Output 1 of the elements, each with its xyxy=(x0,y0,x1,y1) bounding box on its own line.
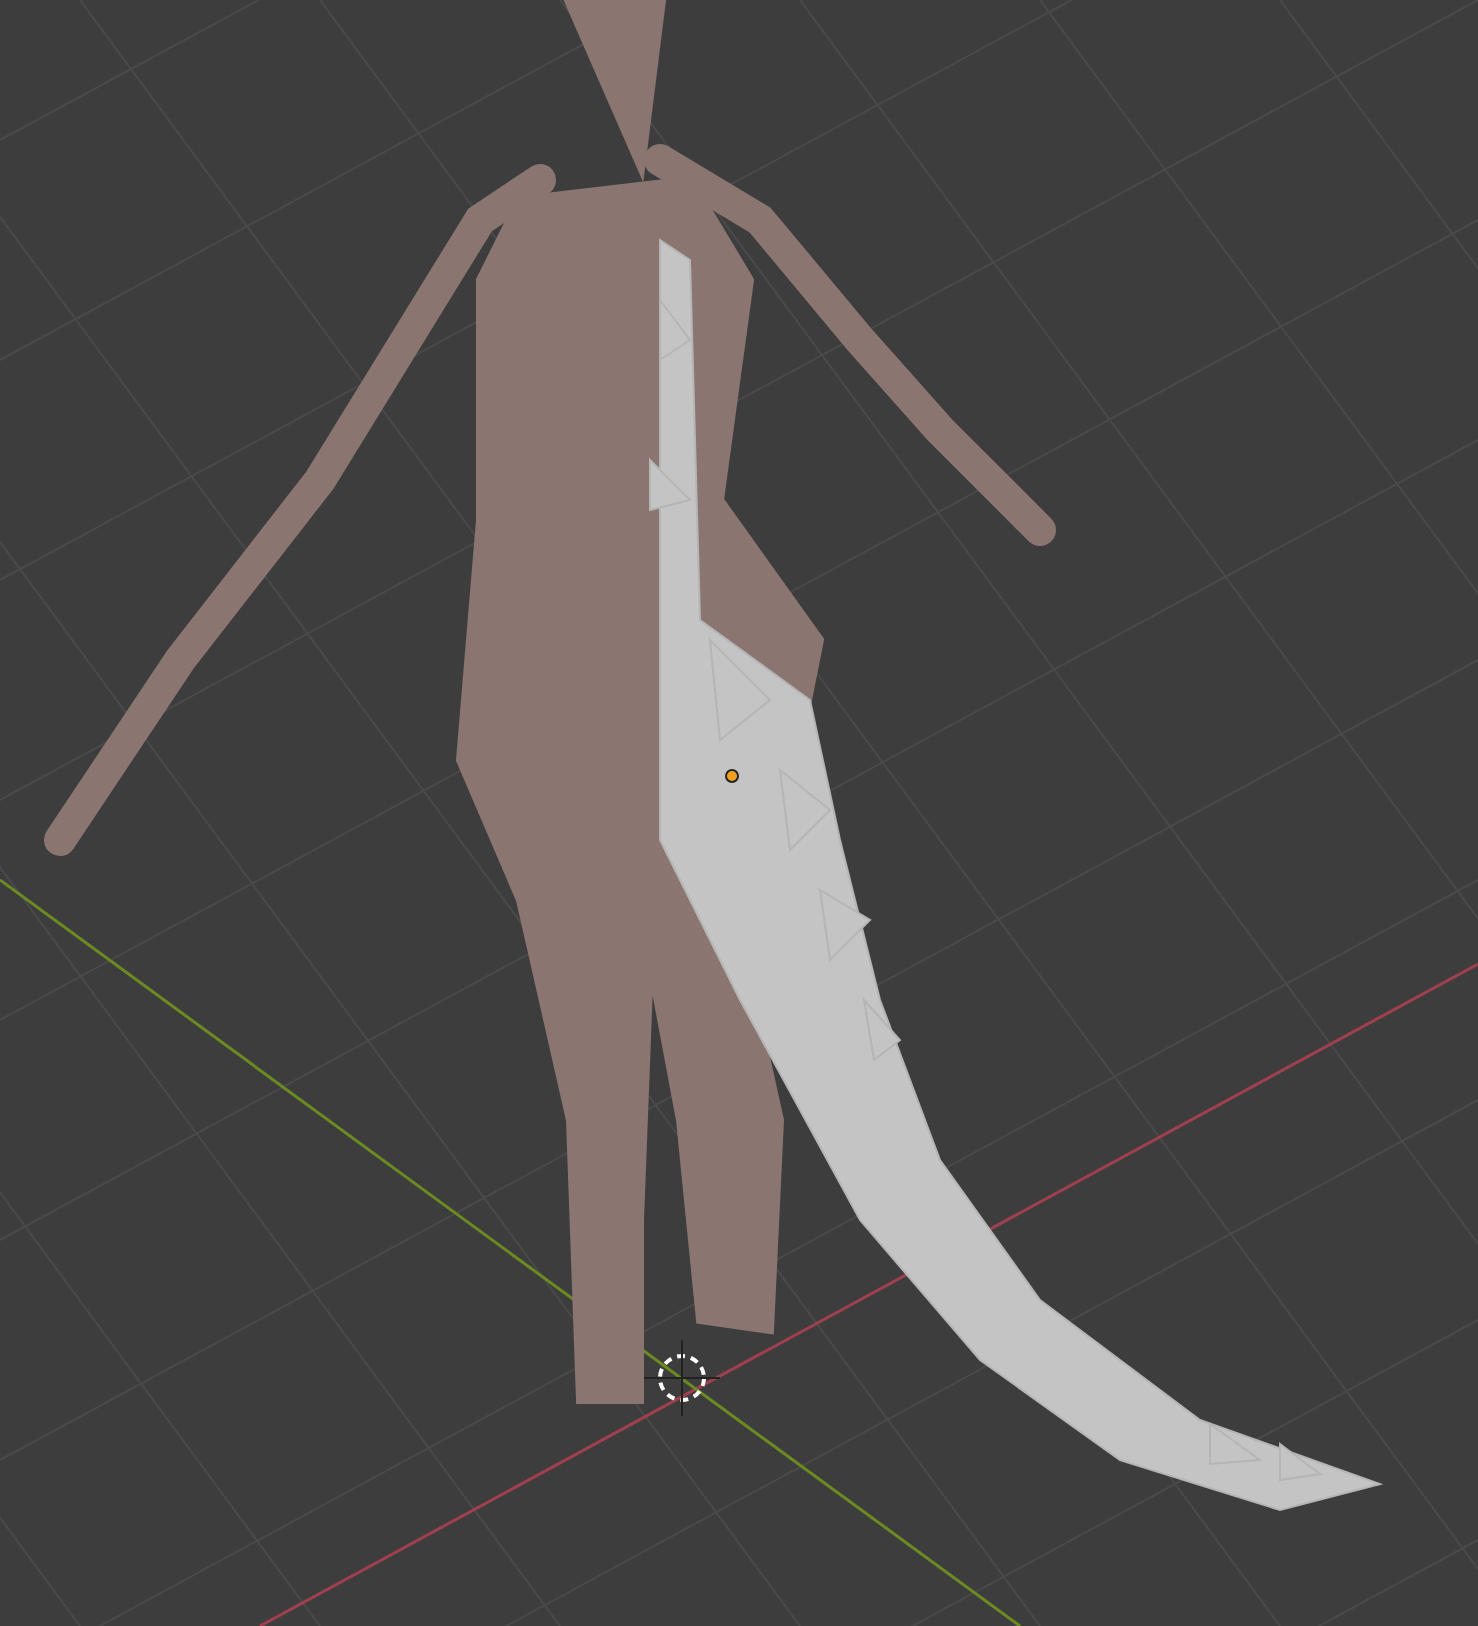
3d-cursor-icon xyxy=(643,1339,721,1417)
